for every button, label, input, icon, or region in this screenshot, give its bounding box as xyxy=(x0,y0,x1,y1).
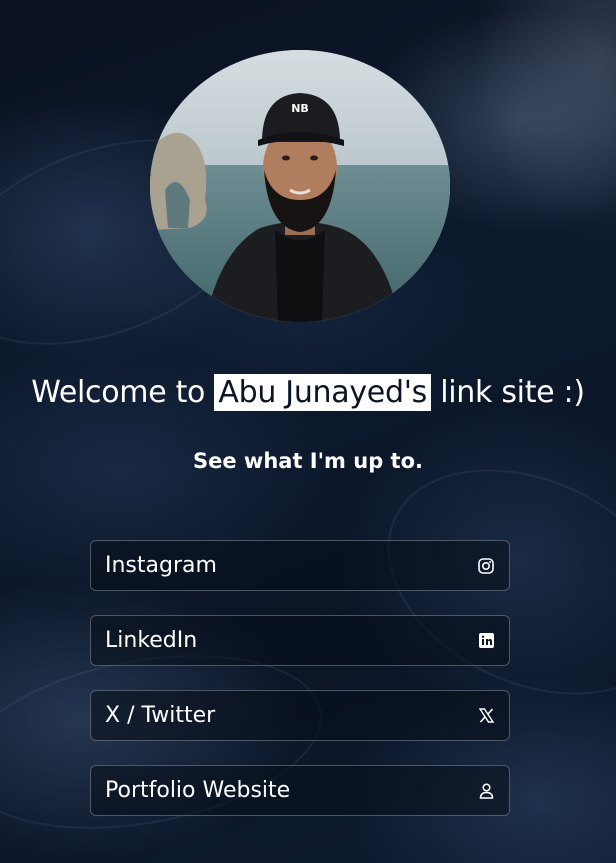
headline-prefix: Welcome to xyxy=(31,375,206,410)
avatar-photo: NB xyxy=(150,50,450,322)
link-button-linkedin[interactable]: LinkedIn xyxy=(90,615,510,666)
svg-text:NB: NB xyxy=(291,102,309,115)
link-label: Portfolio Website xyxy=(105,778,291,803)
avatar: NB xyxy=(150,50,450,322)
link-button-instagram[interactable]: Instagram xyxy=(90,540,510,591)
user-icon xyxy=(477,782,495,800)
link-list: Instagram LinkedIn X / Twitter Portfolio… xyxy=(90,540,510,840)
link-label: Instagram xyxy=(105,553,217,578)
x-twitter-icon xyxy=(477,707,495,725)
linkedin-icon xyxy=(477,632,495,650)
instagram-icon xyxy=(477,557,495,575)
subheadline: See what I'm up to. xyxy=(193,449,423,473)
headline-name-highlight: Abu Junayed's xyxy=(214,374,431,411)
link-button-x-twitter[interactable]: X / Twitter xyxy=(90,690,510,741)
link-button-portfolio[interactable]: Portfolio Website xyxy=(90,765,510,816)
headline-suffix: link site :) xyxy=(440,375,585,410)
link-label: LinkedIn xyxy=(105,628,198,653)
welcome-headline: Welcome to Abu Junayed's link site :) xyxy=(0,368,616,418)
link-label: X / Twitter xyxy=(105,703,216,728)
